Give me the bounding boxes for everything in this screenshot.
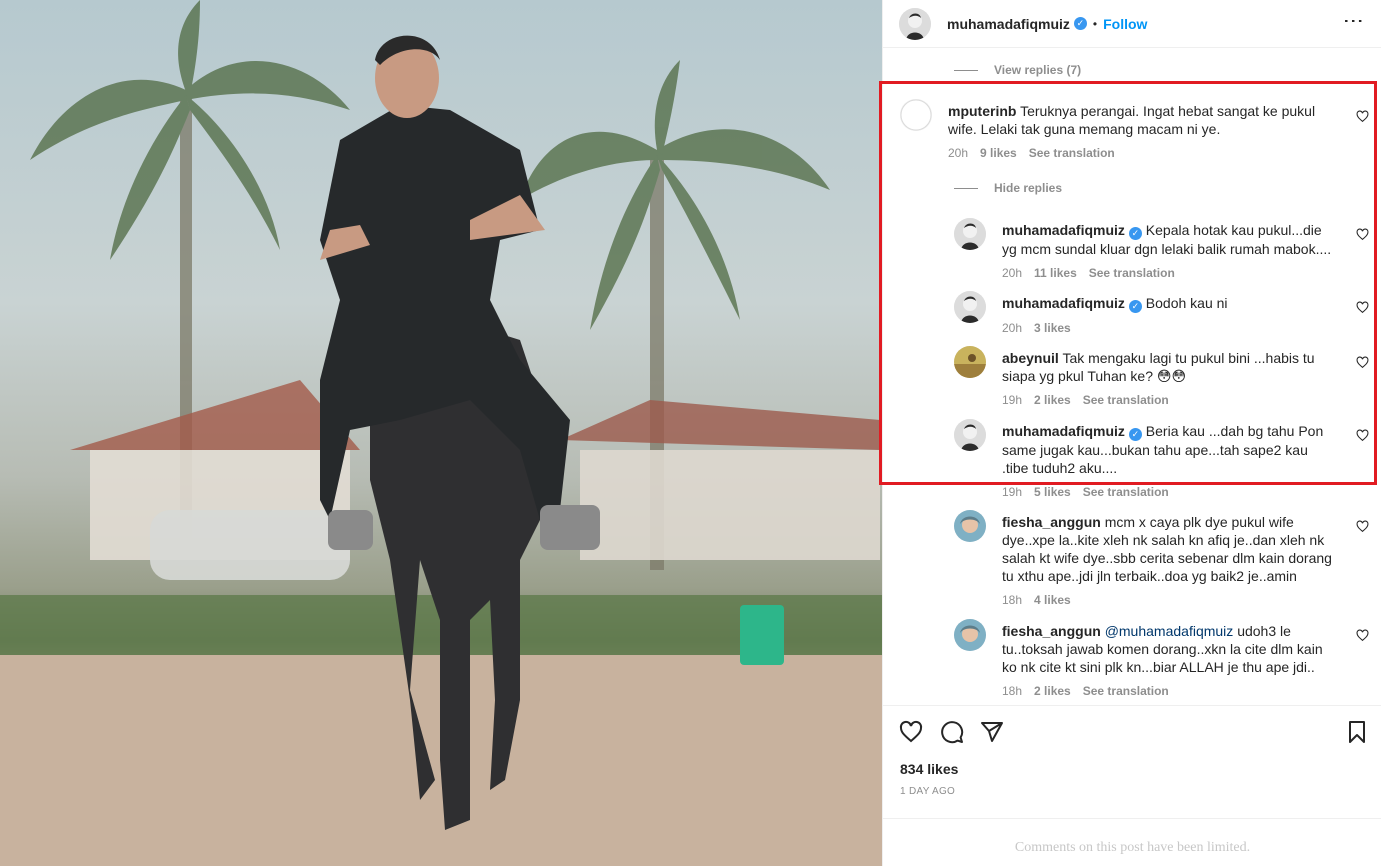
- reply-time[interactable]: 19h: [1002, 483, 1022, 501]
- follow-button[interactable]: Follow: [1103, 16, 1147, 32]
- comments-limited-notice: Comments on this post have been limited.: [883, 818, 1381, 866]
- reply-item: muhamadafiqmuiz ✓ Bodoh kau ni 20h 3 like…: [954, 291, 1334, 337]
- post-photo[interactable]: [0, 0, 882, 866]
- hide-replies-label: Hide replies: [994, 181, 1063, 195]
- reply-username[interactable]: muhamadafiqmuiz: [1002, 222, 1125, 238]
- replies-divider: [954, 69, 978, 71]
- post-header: muhamadafiqmuiz ✓ • Follow ⋮: [883, 0, 1381, 48]
- post-photo-illustration: [0, 0, 882, 866]
- author-username[interactable]: muhamadafiqmuiz: [947, 16, 1070, 32]
- reply-likes[interactable]: 2 likes: [1034, 682, 1071, 700]
- reply-time[interactable]: 19h: [1002, 391, 1022, 409]
- post-sidebar: muhamadafiqmuiz ✓ • Follow ⋮ View replie…: [882, 0, 1381, 866]
- reply-username[interactable]: muhamadafiqmuiz: [1002, 295, 1125, 311]
- view-replies-label: View replies (7): [994, 63, 1082, 77]
- heart-icon[interactable]: [1356, 429, 1369, 442]
- reply-avatar[interactable]: [954, 291, 986, 323]
- reply-item: fiesha_anggun @muhamadafiqmuiz udoh3 le …: [954, 619, 1334, 700]
- reply-mention-link[interactable]: @muhamadafiqmuiz: [1105, 623, 1234, 639]
- see-translation-button[interactable]: See translation: [1083, 483, 1169, 501]
- heart-icon[interactable]: [1356, 110, 1369, 123]
- heart-icon[interactable]: [1356, 629, 1369, 642]
- comment-likes[interactable]: 9 likes: [980, 144, 1017, 162]
- comment-item: mputerinb Teruknya perangai. Ingat hebat…: [900, 99, 1340, 162]
- reply-time[interactable]: 18h: [1002, 682, 1022, 700]
- view-replies-button[interactable]: View replies (7): [954, 63, 1081, 77]
- reply-item: muhamadafiqmuiz ✓ Kepala hotak kau pukul.…: [954, 218, 1334, 282]
- verified-icon: ✓: [1073, 17, 1087, 30]
- see-translation-button[interactable]: See translation: [1083, 391, 1169, 409]
- reply-username[interactable]: muhamadafiqmuiz: [1002, 423, 1125, 439]
- reply-username[interactable]: fiesha_anggun: [1002, 514, 1101, 530]
- reply-avatar[interactable]: [954, 419, 986, 451]
- reply-avatar[interactable]: [954, 346, 986, 378]
- share-icon[interactable]: [980, 720, 1004, 744]
- heart-icon[interactable]: [1356, 356, 1369, 369]
- reply-avatar[interactable]: [954, 218, 986, 250]
- reply-time[interactable]: 20h: [1002, 264, 1022, 282]
- reply-likes[interactable]: 4 likes: [1034, 591, 1071, 609]
- verified-icon: ✓: [1128, 300, 1142, 313]
- reply-likes[interactable]: 5 likes: [1034, 483, 1071, 501]
- reply-avatar[interactable]: [954, 510, 986, 542]
- reply-avatar[interactable]: [954, 619, 986, 651]
- reply-item: fiesha_anggun mcm x caya plk dye pukul w…: [954, 510, 1334, 609]
- commenter-avatar[interactable]: [900, 99, 932, 131]
- likes-count[interactable]: 834 likes: [900, 761, 958, 777]
- post-actions: 834 likes 1 DAY AGO: [883, 705, 1381, 815]
- reply-item: muhamadafiqmuiz ✓ Beria kau ...dah bg tah…: [954, 419, 1334, 501]
- reply-item: abeynuil Tak mengaku lagi tu pukul bini …: [954, 346, 1334, 409]
- reply-username[interactable]: abeynuil: [1002, 350, 1059, 366]
- reply-likes[interactable]: 2 likes: [1034, 391, 1071, 409]
- comment-time[interactable]: 20h: [948, 144, 968, 162]
- separator-dot: •: [1092, 16, 1098, 31]
- reply-likes[interactable]: 3 likes: [1034, 319, 1071, 337]
- reply-likes[interactable]: 11 likes: [1034, 264, 1077, 282]
- verified-icon: ✓: [1128, 428, 1142, 441]
- reply-text: Bodoh kau ni: [1145, 295, 1228, 311]
- reply-username[interactable]: fiesha_anggun: [1002, 623, 1101, 639]
- heart-icon[interactable]: [1356, 301, 1369, 314]
- see-translation-button[interactable]: See translation: [1083, 682, 1169, 700]
- hide-replies-button[interactable]: Hide replies: [954, 181, 1062, 195]
- author-avatar[interactable]: [899, 7, 931, 40]
- comment-username[interactable]: mputerinb: [948, 103, 1016, 119]
- comment-icon[interactable]: [940, 720, 964, 744]
- bookmark-icon[interactable]: [1345, 720, 1369, 744]
- heart-icon[interactable]: [1356, 228, 1369, 241]
- like-heart-icon[interactable]: [899, 720, 923, 744]
- reply-time[interactable]: 18h: [1002, 591, 1022, 609]
- post-timestamp[interactable]: 1 DAY AGO: [900, 786, 955, 797]
- verified-icon: ✓: [1128, 227, 1142, 240]
- reply-time[interactable]: 20h: [1002, 319, 1022, 337]
- replies-divider: [954, 187, 978, 189]
- see-translation-button[interactable]: See translation: [1089, 264, 1175, 282]
- more-icon[interactable]: ⋮: [1341, 11, 1366, 32]
- see-translation-button[interactable]: See translation: [1029, 144, 1115, 162]
- heart-icon[interactable]: [1356, 520, 1369, 533]
